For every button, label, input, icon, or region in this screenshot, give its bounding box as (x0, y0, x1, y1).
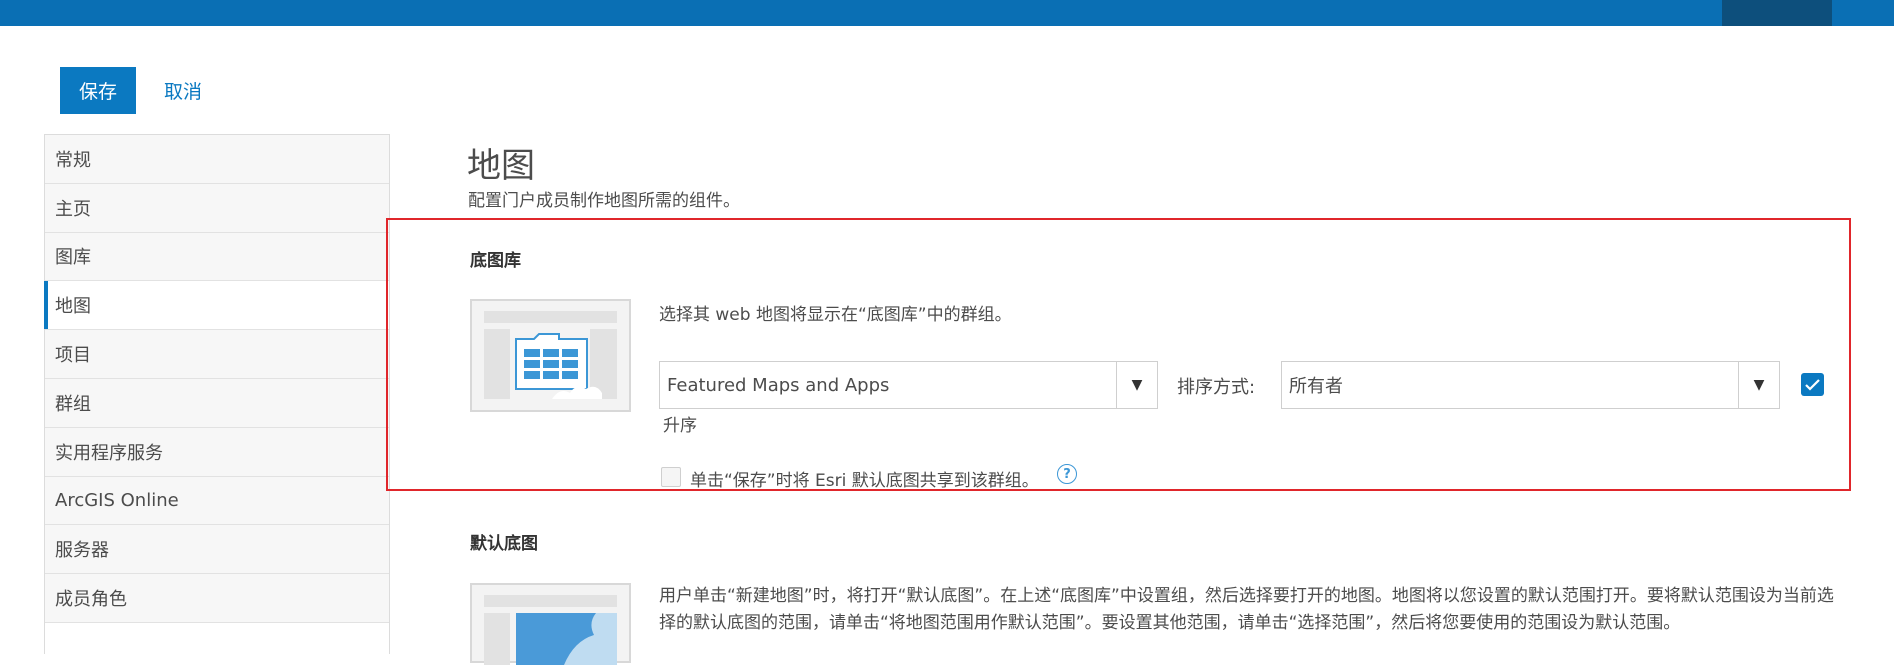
chevron-down-icon[interactable]: ▼ (1738, 362, 1779, 408)
sort-select-value: 所有者 (1289, 376, 1343, 397)
basemap-gallery-thumbnail (470, 299, 631, 412)
chevron-down-icon[interactable]: ▼ (1116, 362, 1157, 408)
sort-by-label: 排序方式: (1177, 377, 1256, 398)
check-icon (1805, 378, 1820, 391)
share-esri-basemaps-label: 单击“保存”时将 Esri 默认底图共享到该群组。 (690, 471, 1039, 491)
ascending-label: 升序 (663, 416, 697, 436)
sidebar-item-member-roles[interactable]: 成员角色 (45, 574, 389, 623)
settings-sidebar: 常规 主页 图库 地图 项目 群组 实用程序服务 ArcGIS Online 服… (44, 134, 390, 654)
sidebar-item-home[interactable]: 主页 (45, 183, 389, 233)
gallery-folder-icon (484, 311, 617, 399)
top-nav-active-tab[interactable] (1722, 0, 1832, 26)
ascending-checkbox[interactable] (1801, 373, 1824, 396)
sidebar-item-map[interactable]: 地图 (44, 281, 389, 331)
default-basemap-title: 默认底图 (470, 534, 538, 554)
top-nav-bar (0, 0, 1894, 26)
sidebar-item-arcgis-online[interactable]: ArcGIS Online (45, 476, 389, 526)
cancel-button[interactable]: 取消 (150, 67, 216, 114)
help-icon[interactable]: ? (1057, 464, 1077, 484)
share-esri-basemaps-checkbox[interactable] (661, 467, 681, 487)
default-basemap-thumbnail (470, 583, 631, 665)
basemap-gallery-title: 底图库 (470, 251, 521, 271)
basemap-gallery-instruction: 选择其 web 地图将显示在“底图库”中的群组。 (659, 305, 1012, 325)
page-title: 地图 (467, 146, 535, 186)
sidebar-item-gallery[interactable]: 图库 (45, 232, 389, 282)
sidebar-item-utility-services[interactable]: 实用程序服务 (45, 427, 389, 477)
save-button[interactable]: 保存 (60, 67, 136, 114)
sidebar-item-groups[interactable]: 群组 (45, 378, 389, 428)
map-thumbnail-icon (484, 595, 617, 665)
sidebar-item-items[interactable]: 项目 (45, 330, 389, 379)
default-basemap-description: 用户单击“新建地图”时，将打开“默认底图”。在上述“底图库”中设置组，然后选择要… (659, 586, 1834, 633)
sidebar-item-general[interactable]: 常规 (45, 135, 389, 184)
sidebar-item-servers[interactable]: 服务器 (45, 525, 389, 575)
page-description: 配置门户成员制作地图所需的组件。 (468, 191, 740, 211)
sort-select[interactable]: 所有者 ▼ (1281, 361, 1780, 409)
group-select-value: Featured Maps and Apps (667, 374, 890, 396)
group-select[interactable]: Featured Maps and Apps ▼ (659, 361, 1158, 409)
